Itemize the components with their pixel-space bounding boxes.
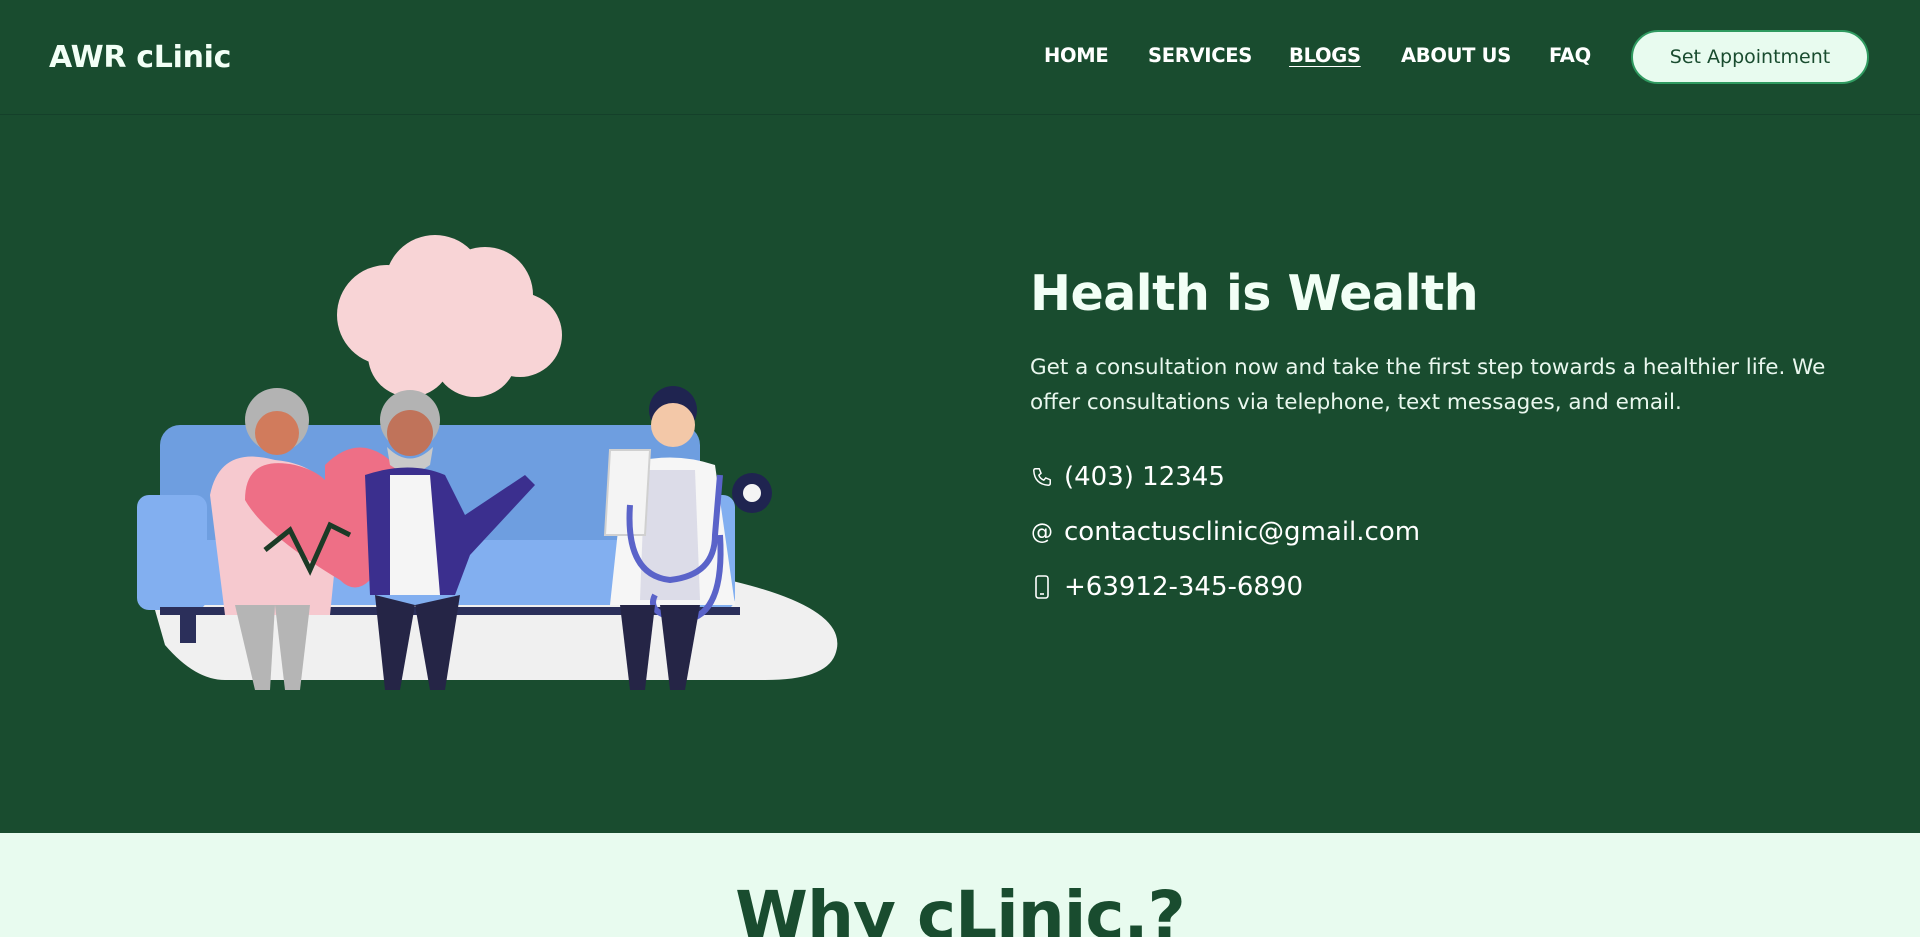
nav-faq[interactable]: FAQ — [1549, 44, 1591, 67]
why-clinic-title: Why cLinic.? — [735, 877, 1186, 937]
top-navigation-bar: AWR cLinic HOME SERVICES BLOGS ABOUT US … — [0, 0, 1920, 115]
contact-mobile-text: +63912-345-6890 — [1064, 572, 1304, 602]
phone-icon — [1030, 465, 1054, 489]
patients-with-doctor-illustration — [137, 235, 838, 690]
contact-phone[interactable]: (403) 12345 — [1030, 460, 1225, 494]
nav-home[interactable]: HOME — [1044, 44, 1109, 67]
contact-phone-text: (403) 12345 — [1064, 462, 1225, 492]
set-appointment-button[interactable]: Set Appointment — [1631, 30, 1869, 84]
contact-email[interactable]: @ contactusclinic@gmail.com — [1030, 515, 1420, 549]
hero-description: Get a consultation now and take the firs… — [1030, 355, 1826, 415]
at-sign-icon: @ — [1031, 519, 1053, 545]
why-clinic-section: Why cLinic.? — [0, 833, 1920, 937]
nav-services[interactable]: SERVICES — [1148, 44, 1252, 67]
hero-section: Health is Wealth Get a consultation now … — [0, 115, 1920, 833]
contact-mobile[interactable]: +63912-345-6890 — [1030, 570, 1303, 604]
contact-email-text: contactusclinic@gmail.com — [1064, 517, 1421, 547]
hero-title: Health is Wealth — [1030, 265, 1479, 322]
nav-blogs[interactable]: BLOGS — [1289, 44, 1361, 67]
mobile-phone-icon — [1030, 575, 1054, 599]
nav-about-us[interactable]: ABOUT US — [1401, 44, 1511, 67]
